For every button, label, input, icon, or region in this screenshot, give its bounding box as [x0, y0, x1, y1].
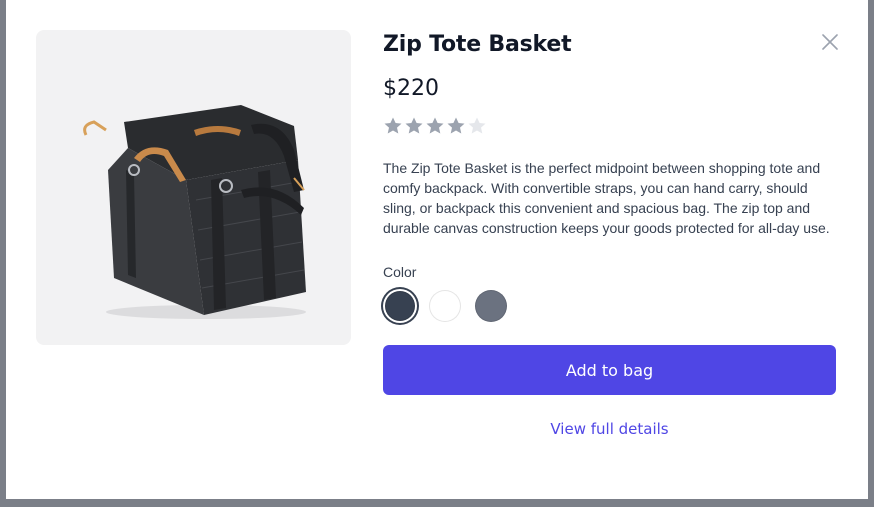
- star-filled-icon: [405, 117, 423, 134]
- color-swatches: [383, 288, 836, 324]
- color-label: Color: [383, 264, 417, 280]
- star-empty-icon: [468, 117, 486, 134]
- view-full-details-link[interactable]: View full details: [383, 420, 836, 438]
- star-filled-icon: [426, 117, 444, 134]
- quick-view-modal: Zip Tote Basket $220 The Zip Tote Basket…: [6, 0, 868, 499]
- product-description: The Zip Tote Basket is the perfect midpo…: [383, 160, 830, 236]
- product-title: Zip Tote Basket: [383, 32, 572, 57]
- color-swatch-charcoal[interactable]: [385, 291, 415, 321]
- star-filled-icon: [447, 117, 465, 134]
- add-to-bag-button[interactable]: Add to bag: [383, 345, 836, 395]
- product-rating: [383, 116, 836, 136]
- tote-bag-image: [83, 105, 306, 319]
- color-swatch-white[interactable]: [429, 290, 461, 322]
- product-price: $220: [383, 76, 439, 101]
- star-filled-icon: [384, 117, 402, 134]
- product-image: [36, 30, 351, 345]
- color-swatch-gray[interactable]: [475, 290, 507, 322]
- product-info: Zip Tote Basket $220 The Zip Tote Basket…: [383, 30, 836, 438]
